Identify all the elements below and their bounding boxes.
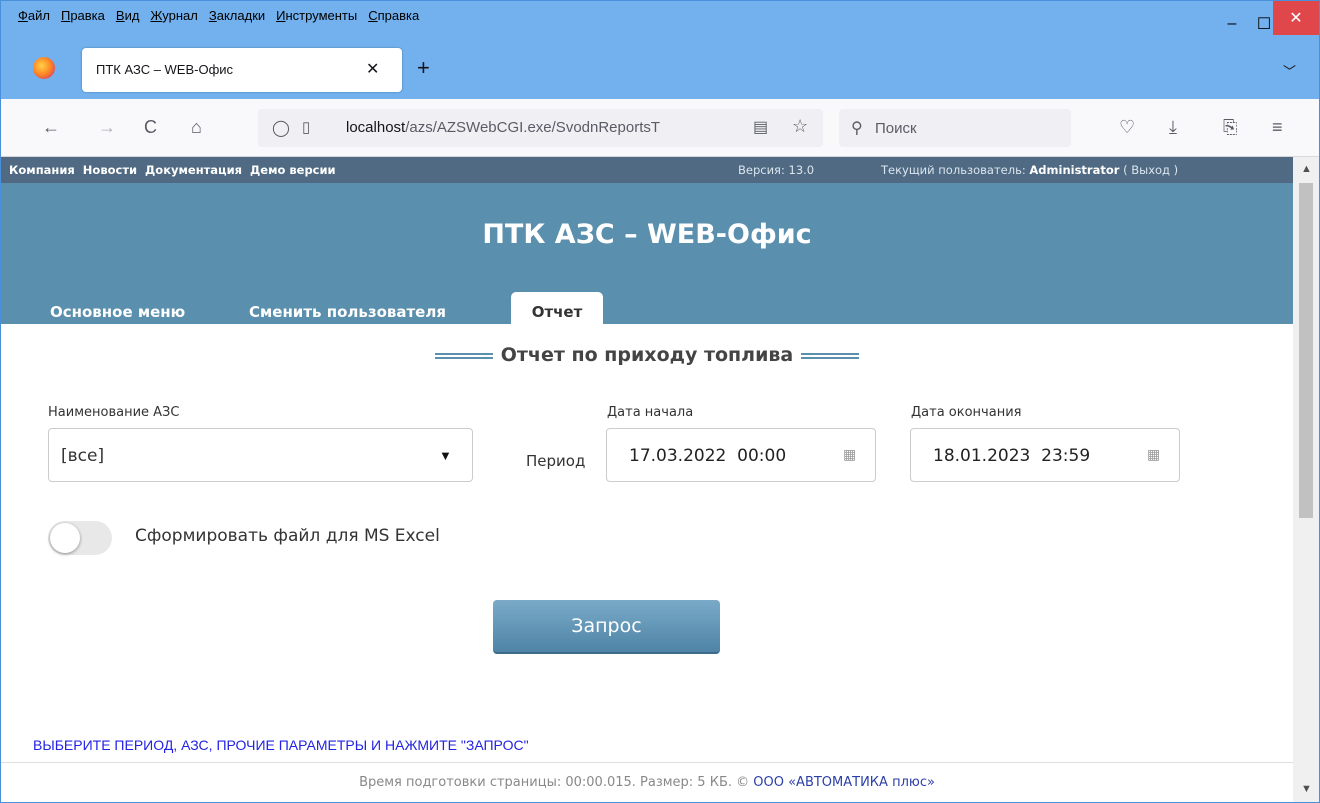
azs-label: Наименование АЗС (48, 405, 180, 420)
download-icon[interactable]: ⤓ (1169, 117, 1177, 138)
calendar-icon[interactable]: ▦ (843, 446, 856, 463)
footer-text: Время подготовки страницы: 00:00.015. Ра… (359, 775, 754, 790)
link-news[interactable]: Новости (83, 163, 137, 177)
title-decoration-left (434, 352, 493, 359)
user-name: Administrator (1029, 163, 1120, 177)
search-box[interactable]: ⚲ Поиск (839, 109, 1071, 147)
menu-view[interactable]: Вид (116, 8, 140, 23)
new-tab-button[interactable]: + (417, 57, 430, 79)
menu-history[interactable]: Журнал (150, 8, 197, 23)
menu-list: Файл Правка Вид Журнал Закладки Инструме… (18, 8, 419, 23)
tab-switch-user[interactable]: Сменить пользователя (249, 303, 446, 321)
chevron-down-icon: ▼ (439, 448, 452, 463)
vertical-scrollbar[interactable]: ▲ ▼ (1293, 157, 1319, 802)
link-demo[interactable]: Демо версии (250, 163, 336, 177)
menu-file[interactable]: Файл (18, 8, 50, 23)
extensions-icon[interactable]: ⎘ (1223, 117, 1237, 138)
report-title-text: Отчет по приходу топлива (500, 344, 794, 366)
forward-icon[interactable]: → (98, 117, 116, 138)
tracking-shield-icon[interactable]: ◯ (272, 118, 290, 138)
version-label: Версия: 13.0 (738, 163, 815, 177)
page-footer: Время подготовки страницы: 00:00.015. Ра… (1, 762, 1293, 802)
azs-select[interactable]: [все] ▼ (48, 428, 473, 482)
pocket-icon[interactable]: ♡ (1119, 117, 1135, 138)
back-icon[interactable]: ← (42, 117, 60, 138)
url-text[interactable]: localhost/azs/AZSWebCGI.exe/SvodnReports… (346, 119, 751, 136)
company-link[interactable]: ООО «АВТОМАТИКА плюс» (753, 775, 935, 790)
excel-toggle-label: Сформировать файл для MS Excel (135, 526, 440, 546)
end-date-value: 18.01.2023 23:59 (933, 446, 1091, 466)
user-label: Текущий пользователь: (881, 163, 1030, 177)
start-date-field[interactable]: 17.03.2022 00:00 ▦ (606, 428, 876, 482)
azs-select-value: [все] (61, 446, 105, 466)
tab-close-icon[interactable]: ✕ (366, 59, 379, 79)
title-decoration-right (801, 352, 860, 359)
browser-window: Файл Правка Вид Журнал Закладки Инструме… (0, 0, 1320, 803)
start-date-label: Дата начала (607, 405, 694, 420)
page-info-icon[interactable]: ▯ (302, 118, 310, 136)
tab-report[interactable]: Отчет (511, 292, 603, 324)
site-top-bar: Компания Новости Документация Демо верси… (1, 157, 1293, 183)
start-date-value: 17.03.2022 00:00 (629, 446, 787, 466)
link-company[interactable]: Компания (9, 163, 75, 177)
query-button[interactable]: Запрос (493, 600, 720, 654)
end-date-field[interactable]: 18.01.2023 23:59 ▦ (910, 428, 1180, 482)
hamburger-menu-icon[interactable]: ≡ (1272, 117, 1283, 138)
calendar-icon[interactable]: ▦ (1147, 446, 1160, 463)
tab-main-menu[interactable]: Основное меню (50, 303, 185, 321)
period-label: Период (526, 452, 586, 470)
link-docs[interactable]: Документация (145, 163, 242, 177)
reload-icon[interactable]: C (144, 117, 157, 138)
excel-toggle[interactable] (48, 521, 112, 555)
instruction-hint: ВЫБЕРИТЕ ПЕРИОД, АЗС, ПРОЧИЕ ПАРАМЕТРЫ И… (33, 737, 529, 753)
tab-title: ПТК АЗС – WEB-Офис (96, 62, 234, 77)
app-title: ПТК АЗС – WEB-Офис (482, 219, 812, 250)
reader-view-icon[interactable]: ▤ (753, 117, 768, 137)
top-links: Компания Новости Документация Демо верси… (9, 163, 336, 177)
close-window-button[interactable]: ✕ (1273, 1, 1319, 35)
end-date-label: Дата окончания (911, 405, 1022, 420)
toggle-knob (50, 523, 80, 553)
tab-strip: ПТК АЗС – WEB-Офис ✕ + ﹀ (1, 37, 1319, 99)
site-header: ПТК АЗС – WEB-Офис Основное меню Сменить… (1, 183, 1293, 324)
search-placeholder: Поиск (875, 120, 917, 137)
menu-help[interactable]: Справка (368, 8, 419, 23)
home-icon[interactable]: ⌂ (191, 117, 202, 138)
menu-tools[interactable]: Инструменты (276, 8, 357, 23)
menu-edit[interactable]: Правка (61, 8, 105, 23)
firefox-logo-icon (33, 57, 55, 79)
address-bar[interactable]: ◯ ▯ localhost/azs/AZSWebCGI.exe/SvodnRep… (258, 109, 823, 147)
menu-bookmarks[interactable]: Закладки (209, 8, 265, 23)
navigation-toolbar: ← → C ⌂ ◯ ▯ localhost/azs/AZSWebCGI.exe/… (1, 99, 1319, 157)
scroll-down-icon[interactable]: ▼ (1301, 783, 1312, 795)
bookmark-star-icon[interactable]: ☆ (792, 116, 808, 137)
report-title: Отчет по приходу топлива (1, 344, 1293, 366)
search-icon: ⚲ (851, 120, 863, 137)
browser-tab-active[interactable]: ПТК АЗС – WEB-Офис ✕ (82, 48, 402, 92)
logout-link[interactable]: ( Выход ) (1119, 163, 1178, 177)
web-page: Компания Новости Документация Демо верси… (1, 157, 1293, 802)
scrollbar-thumb[interactable] (1299, 183, 1313, 518)
scroll-up-icon[interactable]: ▲ (1301, 163, 1312, 175)
current-user: Текущий пользователь: Administrator ( Вы… (881, 163, 1178, 177)
list-all-tabs-icon[interactable]: ﹀ (1283, 61, 1296, 80)
